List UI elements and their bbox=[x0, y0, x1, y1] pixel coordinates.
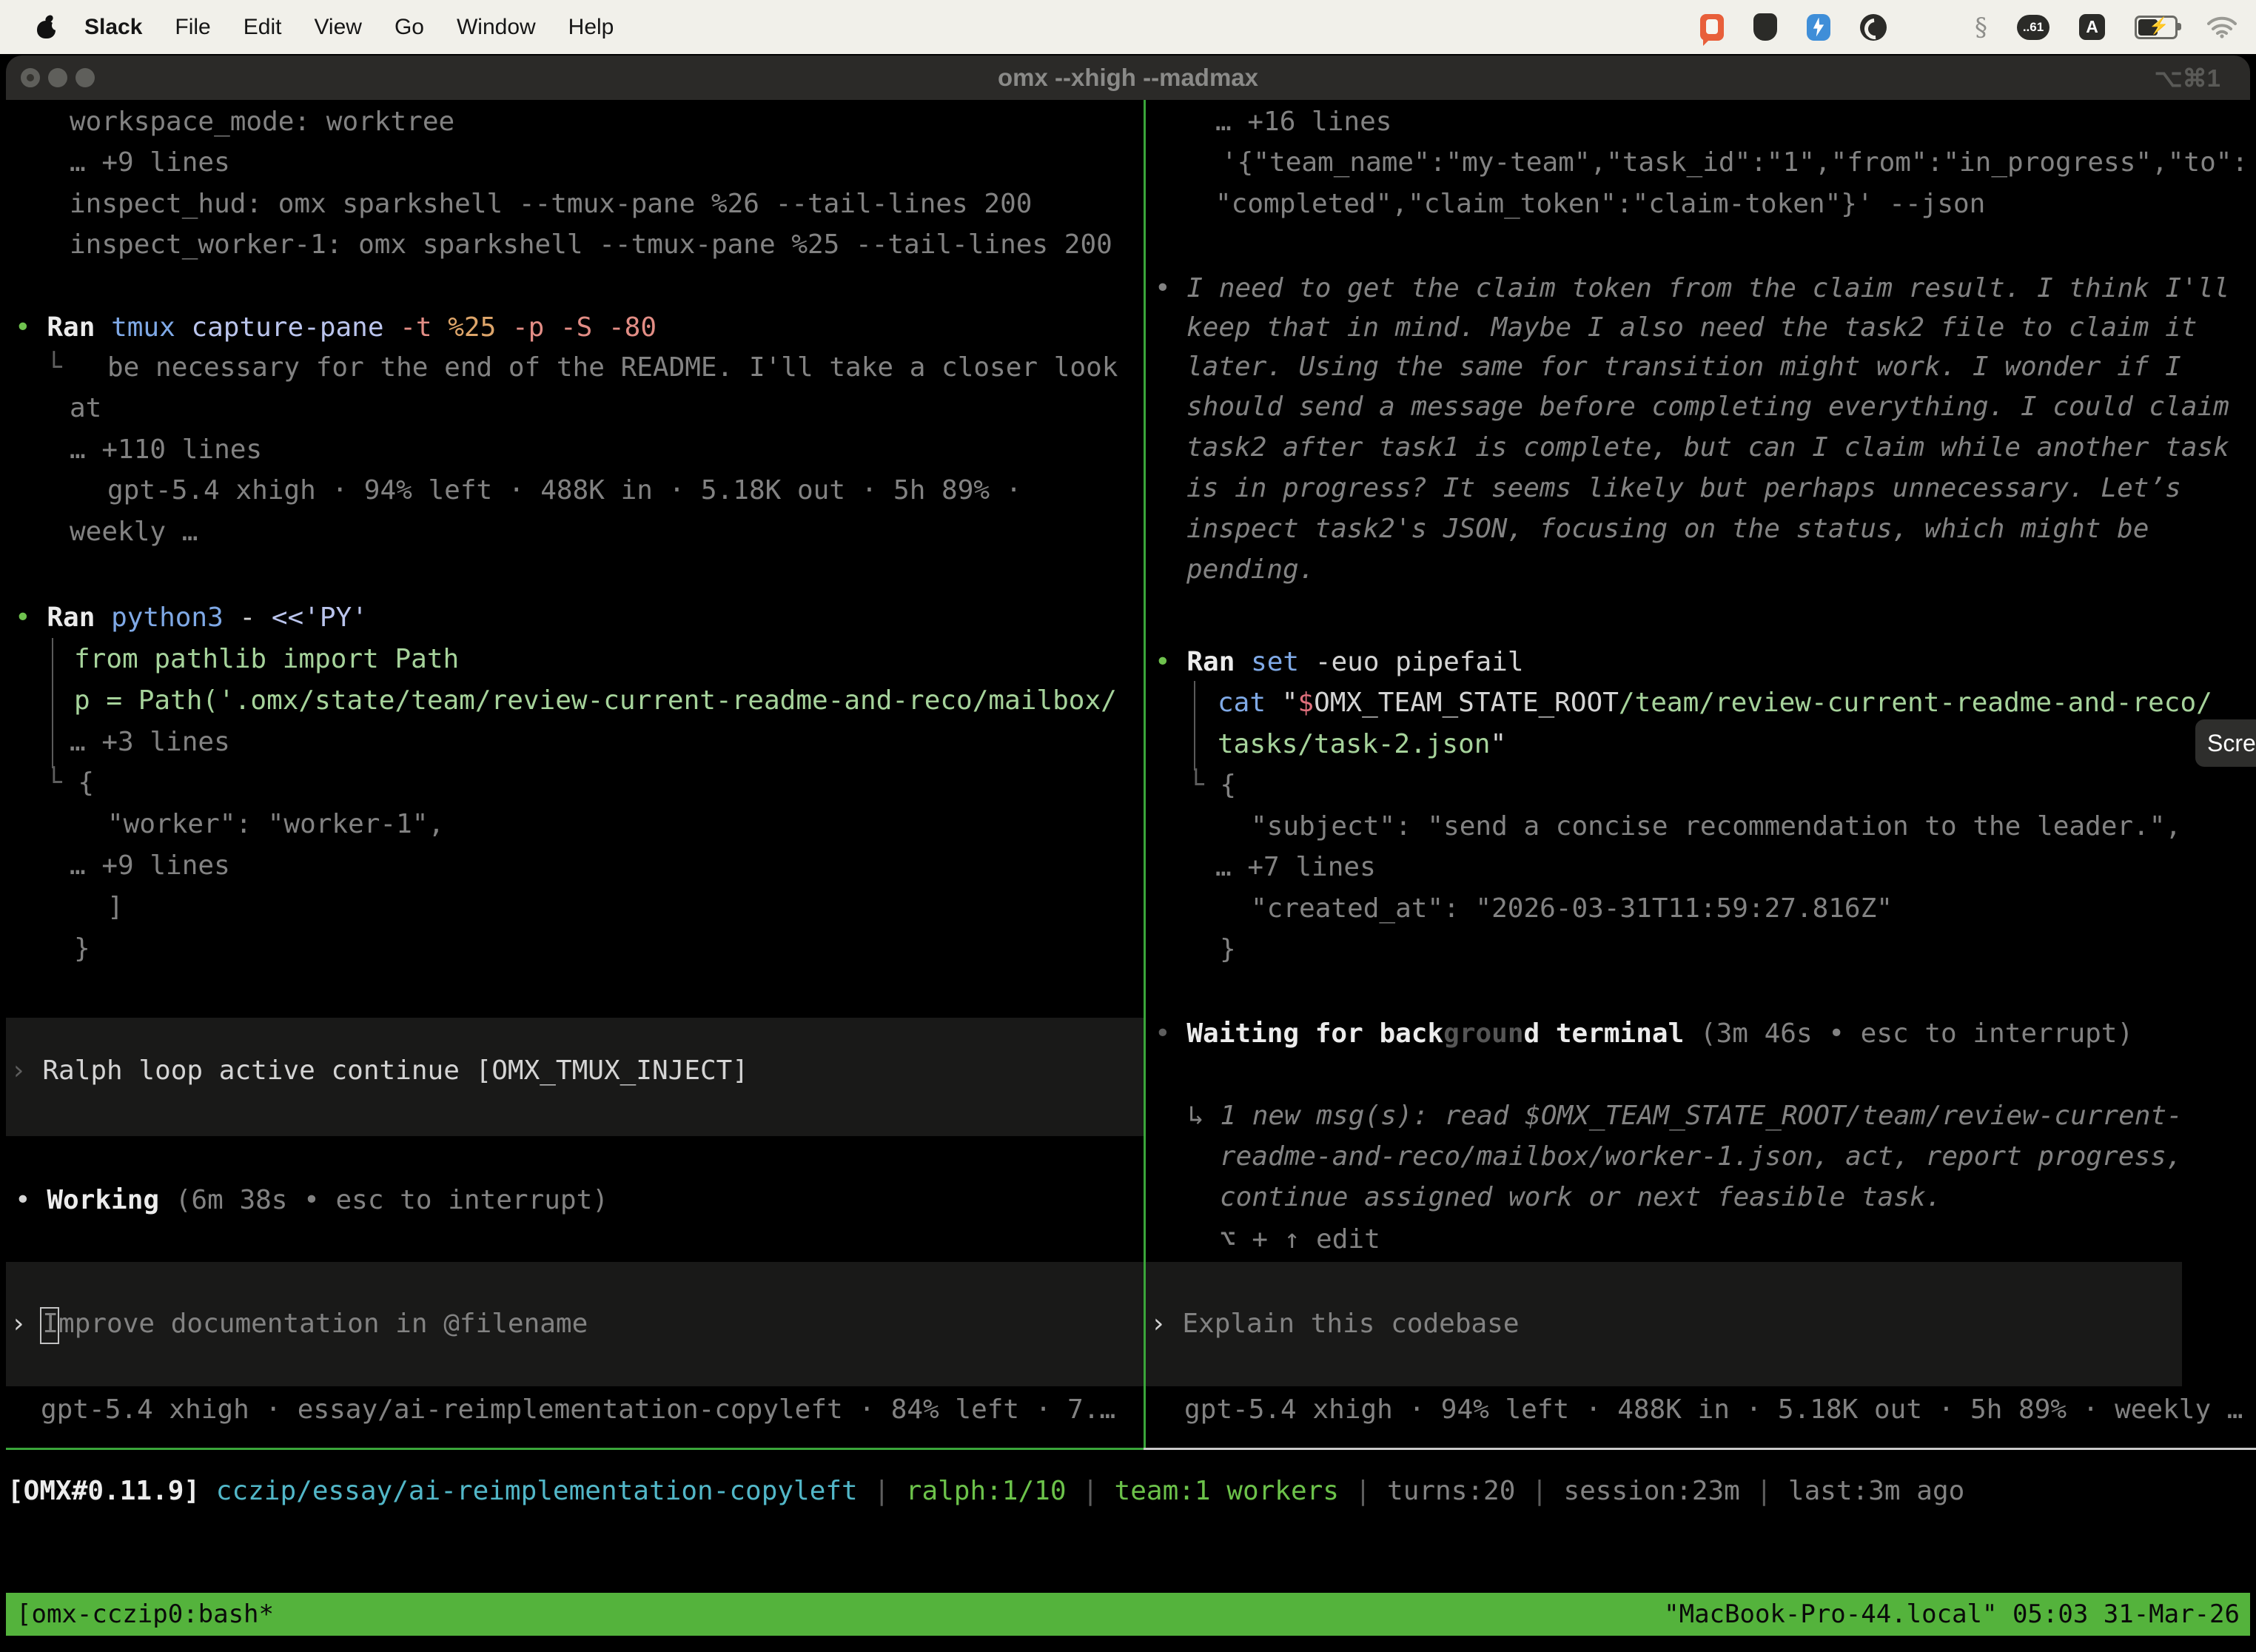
menu-item-edit[interactable]: Edit bbox=[227, 15, 298, 40]
menu-app-name[interactable]: Slack bbox=[68, 15, 158, 40]
terminal-line: p = Path('.omx/state/team/review-current… bbox=[74, 680, 1117, 722]
terminal-line: weekly … bbox=[70, 511, 198, 553]
keyboard-a-icon[interactable]: A bbox=[2079, 14, 2105, 40]
terminal-line: … +3 lines bbox=[70, 722, 230, 763]
window-title-bar[interactable]: omx --xhigh --madmax ⌥⌘1 bbox=[6, 56, 2250, 100]
wifi-icon[interactable] bbox=[2207, 16, 2237, 38]
terminal-line: pending. bbox=[1186, 549, 1315, 591]
terminal-line: "subject": "send a concise recommendatio… bbox=[1251, 806, 2181, 847]
terminal-line: › Ralph loop active continue [OMX_TMUX_I… bbox=[10, 1050, 748, 1092]
dark-crescent-icon[interactable] bbox=[1860, 14, 1887, 41]
blue-bolt-badge-icon[interactable] bbox=[1807, 14, 1830, 41]
battery-icon[interactable]: ⚡ bbox=[2135, 16, 2178, 39]
terminal-line: gpt-5.4 xhigh · essay/ai-reimplementatio… bbox=[41, 1389, 1115, 1431]
left-pane-bottom-border bbox=[6, 1448, 1144, 1450]
menu-item-go[interactable]: Go bbox=[378, 15, 440, 40]
terminal-line: "completed","claim_token":"claim-token"}… bbox=[1215, 184, 1985, 225]
chat-app-icon[interactable] bbox=[1700, 14, 1724, 41]
terminal-line: • Ran python3 - <<'PY' bbox=[15, 597, 368, 639]
terminal-line: at bbox=[70, 388, 101, 429]
menu-item-help[interactable]: Help bbox=[552, 15, 631, 40]
terminal-line: gpt-5.4 xhigh · 94% left · 488K in · 5.1… bbox=[107, 470, 1021, 511]
terminal-line: } bbox=[1220, 929, 1236, 970]
menu-status-icons: § ..61 A ⚡ bbox=[1700, 13, 2256, 42]
text-cursor bbox=[40, 1307, 59, 1344]
terminal-line: [OMX#0.11.9] cczip/essay/ai-reimplementa… bbox=[7, 1471, 1964, 1512]
terminal-line: '{"team_name":"my-team","task_id":"1","f… bbox=[1221, 142, 2248, 184]
terminal-line: "created_at": "2026-03-31T11:59:27.816Z" bbox=[1251, 888, 1893, 930]
terminal-line: tasks/task-2.json" bbox=[1218, 724, 1506, 765]
right-pane-bottom-border bbox=[1144, 1448, 2256, 1450]
terminal-line: inspect task2's JSON, focusing on the st… bbox=[1186, 508, 2149, 550]
terminal-line: continue assigned work or next feasible … bbox=[1220, 1177, 1941, 1218]
terminal-line: › Explain this codebase bbox=[1150, 1303, 1520, 1345]
terminal-line: workspace_mode: worktree bbox=[70, 101, 454, 143]
terminal-line: should send a message before completing … bbox=[1186, 386, 2229, 428]
shield-grid-icon[interactable] bbox=[1753, 13, 1777, 41]
terminal-line: └ bbox=[46, 347, 62, 389]
count-badge-icon[interactable]: ..61 bbox=[2017, 15, 2049, 40]
dots-grid-icon[interactable] bbox=[1916, 13, 1945, 41]
screen-notification[interactable]: Scre bbox=[2195, 719, 2256, 767]
terminal-line: • Working (6m 38s • esc to interrupt) bbox=[15, 1180, 608, 1221]
right-output-connector-line bbox=[1194, 681, 1195, 770]
terminal-line: gpt-5.4 xhigh · 94% left · 488K in · 5.1… bbox=[1184, 1389, 2243, 1431]
terminal-line: › Improve documentation in @filename bbox=[10, 1303, 588, 1345]
terminal-line: └ { bbox=[1188, 765, 1236, 806]
tmux-host-clock: "MacBook-Pro-44.local" 05:03 31-Mar-26 bbox=[1664, 1599, 2250, 1629]
terminal-line: inspect_hud: omx sparkshell --tmux-pane … bbox=[70, 184, 1032, 225]
terminal-line: … +110 lines bbox=[70, 429, 262, 471]
menu-bar: Slack File Edit View Go Window Help § ..… bbox=[0, 0, 2256, 54]
apple-logo-icon[interactable] bbox=[37, 16, 56, 38]
terminal-line: … +16 lines bbox=[1215, 101, 1391, 143]
terminal-line: ] bbox=[107, 887, 124, 928]
terminal-line: └ { bbox=[46, 762, 94, 804]
terminal-line: later. Using the same for transition mig… bbox=[1186, 346, 2181, 388]
terminal-line: … +9 lines bbox=[70, 845, 230, 887]
terminal-line: • Waiting for background terminal (3m 46… bbox=[1155, 1013, 2133, 1055]
terminal-line: … +7 lines bbox=[1215, 847, 1376, 888]
terminal-line: … +9 lines bbox=[70, 142, 230, 184]
menu-item-file[interactable]: File bbox=[158, 15, 226, 40]
left-output-connector-line bbox=[52, 638, 53, 768]
terminal-line: task2 after task1 is complete, but can I… bbox=[1186, 427, 2229, 469]
menu-item-window[interactable]: Window bbox=[440, 15, 552, 40]
terminal-line: • I need to get the claim token from the… bbox=[1155, 268, 2229, 309]
terminal-line: is in progress? It seems likely but perh… bbox=[1186, 468, 2181, 509]
terminal-line: } bbox=[74, 928, 90, 970]
terminal-line: inspect_worker-1: omx sparkshell --tmux-… bbox=[70, 224, 1112, 266]
tmux-status-bar: [omx-cczip0:bash* "MacBook-Pro-44.local"… bbox=[6, 1593, 2250, 1636]
window-shortcut-badge: ⌥⌘1 bbox=[2155, 56, 2220, 100]
terminal-line: ↳ 1 new msg(s): read $OMX_TEAM_STATE_ROO… bbox=[1188, 1095, 2183, 1137]
terminal-line: keep that in mind. Maybe I also need the… bbox=[1186, 307, 2197, 349]
terminal-line: • Ran set -euo pipefail bbox=[1155, 642, 1524, 683]
screen: Slack File Edit View Go Window Help § ..… bbox=[0, 0, 2256, 1652]
terminal-line: cat "$OMX_TEAM_STATE_ROOT/team/review-cu… bbox=[1218, 682, 2212, 724]
window-title: omx --xhigh --madmax bbox=[6, 56, 2250, 100]
squiggle-icon[interactable]: § bbox=[1975, 13, 1987, 42]
terminal-line: • Ran tmux capture-pane -t %25 -p -S -80 bbox=[15, 307, 657, 349]
screen-notification-label: Scre bbox=[2207, 730, 2256, 757]
terminal-line: be necessary for the end of the README. … bbox=[107, 347, 1118, 389]
terminal-line: readme-and-reco/mailbox/worker-1.json, a… bbox=[1220, 1136, 2182, 1178]
menu-left: Slack File Edit View Go Window Help bbox=[0, 15, 630, 40]
tmux-session-label: [omx-cczip0:bash* bbox=[6, 1599, 274, 1629]
terminal-line: ⌥ + ↑ edit bbox=[1220, 1219, 1380, 1260]
terminal-line: "worker": "worker-1", bbox=[107, 804, 444, 845]
terminal-line: from pathlib import Path bbox=[74, 639, 459, 680]
menu-item-view[interactable]: View bbox=[298, 15, 377, 40]
pane-divider[interactable] bbox=[1144, 100, 1146, 1450]
